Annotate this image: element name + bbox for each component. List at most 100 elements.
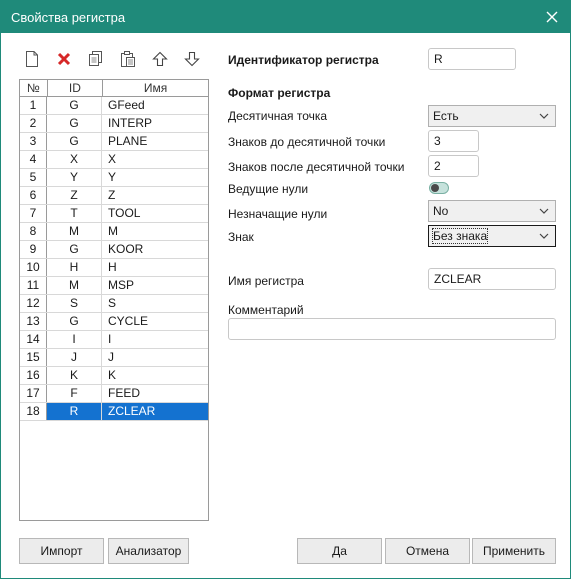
trailing-zeros-select[interactable]: No [428, 200, 556, 222]
row-number: 16 [20, 367, 47, 384]
table-row[interactable]: 2 G INTERP [20, 115, 208, 133]
row-name: J [108, 350, 114, 364]
table-row[interactable]: 3 G PLANE [20, 133, 208, 151]
row-id: T [47, 205, 102, 222]
table-row[interactable]: 16 K K [20, 367, 208, 385]
sign-label: Знак [228, 230, 254, 244]
ok-button[interactable]: Да [297, 538, 382, 564]
table-row[interactable]: 14 I I [20, 331, 208, 349]
row-name: X [108, 152, 117, 166]
table-row[interactable]: 6ZZ [20, 187, 208, 205]
table-row[interactable]: 1 G GFeed [20, 97, 208, 115]
leading-zeros-label: Ведущие нули [228, 182, 309, 196]
move-down-icon[interactable] [181, 48, 203, 70]
move-up-icon[interactable] [149, 48, 171, 70]
row-name: MSP [108, 278, 135, 292]
row-name: FEED [108, 386, 141, 400]
trailing-zeros-value: No [433, 204, 449, 218]
digits-before-label: Знаков до десятичной точки [228, 135, 386, 149]
row-number: 14 [20, 331, 47, 348]
column-header-id[interactable]: ID [48, 80, 104, 96]
decimal-point-select[interactable]: Есть [428, 105, 556, 127]
delete-icon[interactable] [53, 48, 75, 70]
register-table: № ID Имя 1 G GFeed 2 G INTERP 3 G PLANE 4 X X 5 Y Y 6 Z Z… [19, 79, 209, 521]
row-id: M [47, 277, 102, 294]
row-number: 6 [20, 187, 47, 204]
toggle-knob [431, 184, 439, 192]
table-row[interactable]: 7 T TOOL [20, 205, 208, 223]
row-name: Z [108, 188, 116, 202]
row-number: 17 [20, 385, 47, 402]
title-bar: Свойства регистра [1, 1, 570, 33]
row-id: G [47, 133, 102, 150]
import-button[interactable]: Импорт [19, 538, 104, 564]
new-icon[interactable] [21, 48, 43, 70]
row-number: 2 [20, 115, 47, 132]
table-row[interactable]: 9 G KOOR [20, 241, 208, 259]
digits-after-input[interactable]: 2 [428, 155, 479, 177]
row-id: G [47, 313, 102, 330]
row-id: G [47, 241, 102, 258]
apply-button[interactable]: Применить [472, 538, 556, 564]
register-id-input[interactable]: R [428, 48, 516, 70]
comment-input[interactable] [228, 318, 556, 340]
decimal-point-value: Есть [433, 109, 459, 123]
decimal-point-label: Десятичная точка [228, 109, 328, 123]
column-header-number[interactable]: № [20, 80, 48, 96]
sign-select[interactable]: Без знака [428, 225, 556, 247]
row-id: G [47, 115, 102, 132]
table-row[interactable]: 8MM [20, 223, 208, 241]
table-row[interactable]: 10 H H [20, 259, 208, 277]
row-number: 13 [20, 313, 47, 330]
table-row[interactable]: 12 S S [20, 295, 208, 313]
row-id: M [47, 223, 102, 240]
row-number: 1 [20, 97, 47, 114]
row-id: G [47, 97, 102, 114]
row-name: GFeed [108, 98, 145, 112]
row-id: J [47, 349, 102, 366]
row-name: KOOR [108, 242, 144, 256]
trailing-zeros-label: Незначащие нули [228, 207, 328, 221]
digits-before-input[interactable]: 3 [428, 130, 479, 152]
cancel-button[interactable]: Отмена [385, 538, 470, 564]
table-row[interactable]: 4XX [20, 151, 208, 169]
row-id: S [47, 295, 102, 312]
register-name-input[interactable]: ZCLEAR [428, 268, 556, 290]
row-name: TOOL [108, 206, 141, 220]
row-name: INTERP [108, 116, 153, 130]
row-name: Y [108, 170, 117, 184]
chevron-down-icon [539, 113, 549, 119]
sign-value: Без знака [431, 228, 489, 244]
chevron-down-icon [539, 233, 549, 239]
copy-icon[interactable] [85, 48, 107, 70]
register-id-label: Идентификатор регистра [228, 53, 379, 67]
table-row[interactable]: 17 F FEED [20, 385, 208, 403]
paste-icon[interactable] [117, 48, 139, 70]
table-body: 1 G GFeed 2 G INTERP 3 G PLANE 4 X X 5 Y Y 6 Z Z 7 T TOOL 8 M M… [20, 97, 208, 421]
table-row[interactable]: 5YY [20, 169, 208, 187]
row-id: Z [47, 187, 102, 204]
table-row[interactable]: 15 J J [20, 349, 208, 367]
digits-after-label: Знаков после десятичной точки [228, 160, 405, 174]
column-header-name[interactable]: Имя [103, 80, 208, 96]
row-number: 3 [20, 133, 47, 150]
row-id: X [47, 151, 102, 168]
leading-zeros-toggle[interactable] [429, 182, 449, 194]
table-row[interactable]: 11 M MSP [20, 277, 208, 295]
register-properties-dialog: Свойства регистра № ID Имя 1 G GFeed 2 G… [0, 0, 571, 579]
row-name: PLANE [108, 134, 148, 148]
analyzer-button[interactable]: Анализатор [108, 538, 189, 564]
row-id: Y [47, 169, 102, 186]
chevron-down-icon [539, 208, 549, 214]
row-name: ZCLEAR [102, 403, 208, 420]
row-number: 12 [20, 295, 47, 312]
table-row[interactable]: 18 R ZCLEAR [20, 403, 208, 421]
table-row[interactable]: 13 G CYCLE [20, 313, 208, 331]
close-icon[interactable] [542, 7, 562, 27]
row-number: 11 [20, 277, 47, 294]
row-id: I [47, 331, 102, 348]
window-title: Свойства регистра [11, 10, 126, 25]
register-name-label: Имя регистра [228, 274, 304, 288]
row-id: R [47, 403, 102, 420]
row-number: 10 [20, 259, 47, 276]
